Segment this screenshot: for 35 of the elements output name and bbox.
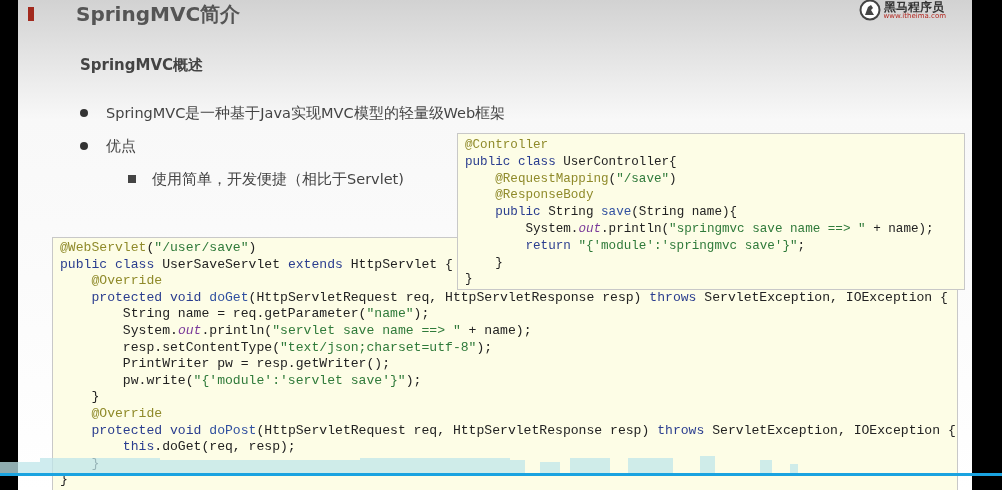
- square-bullet-icon: [128, 175, 136, 183]
- code-line: @WebServlet("/user/save"): [60, 240, 257, 257]
- code-line: this.doGet(req, resp);: [121, 439, 296, 456]
- code-line: public class UserController{: [465, 153, 677, 171]
- code-line: @Override: [90, 273, 163, 290]
- code-line: }: [494, 254, 503, 272]
- code-line: }: [90, 389, 100, 406]
- code-line: pw.write("{'module':'servlet save'}");: [121, 372, 422, 390]
- code-line: }: [465, 271, 473, 289]
- logo-icon: [858, 0, 881, 21]
- code-line: PrintWriter pw = resp.getWriter();: [121, 356, 391, 373]
- slide-title: SpringMVC简介: [76, 1, 241, 28]
- code-line: resp.setContentType("text/json;charset=utf-8");: [121, 339, 493, 357]
- code-line: protected void doGet(HttpServletRequest req, HttpServletResponse resp) throws ServletException, IOException {: [90, 289, 948, 307]
- bullet-icon: [80, 142, 88, 150]
- code-line: public String save(String name){: [494, 204, 738, 221]
- progress-bar[interactable]: [0, 473, 1002, 476]
- title-marker: [28, 7, 34, 21]
- bullet-text: 优点: [106, 136, 136, 156]
- code-line: protected void doPost(HttpServletRequest req, HttpServletResponse resp) throws ServletException, IOException {: [90, 422, 956, 440]
- code-line: return "{'module':'springmvc save'}";: [524, 237, 806, 255]
- logo-name: 黑马程序员: [883, 0, 944, 13]
- code-line: public class UserSaveServlet extends HttpServlet {: [60, 256, 453, 274]
- code-line: System.out.println("springmvc save name ==> " + name);: [524, 221, 934, 238]
- code-line: String name = req.getParameter("name");: [121, 306, 430, 323]
- slide-subtitle: SpringMVC概述: [80, 55, 204, 76]
- bullet-text: SpringMVC是一种基于Java实现MVC模型的轻量级Web框架: [106, 103, 506, 123]
- code-line: @RequestMapping("/save"): [494, 170, 677, 188]
- code-line: @Override: [90, 405, 163, 423]
- code-line: System.out.println("servlet save name ==> " + name);: [121, 322, 532, 340]
- bullet-text: 使用简单，开发便捷（相比于Servlet): [152, 169, 404, 189]
- bullet-icon: [80, 109, 88, 117]
- code-line: }: [90, 455, 100, 473]
- code-line: @ResponseBody: [494, 187, 594, 205]
- code-line: @Controller: [465, 137, 549, 154]
